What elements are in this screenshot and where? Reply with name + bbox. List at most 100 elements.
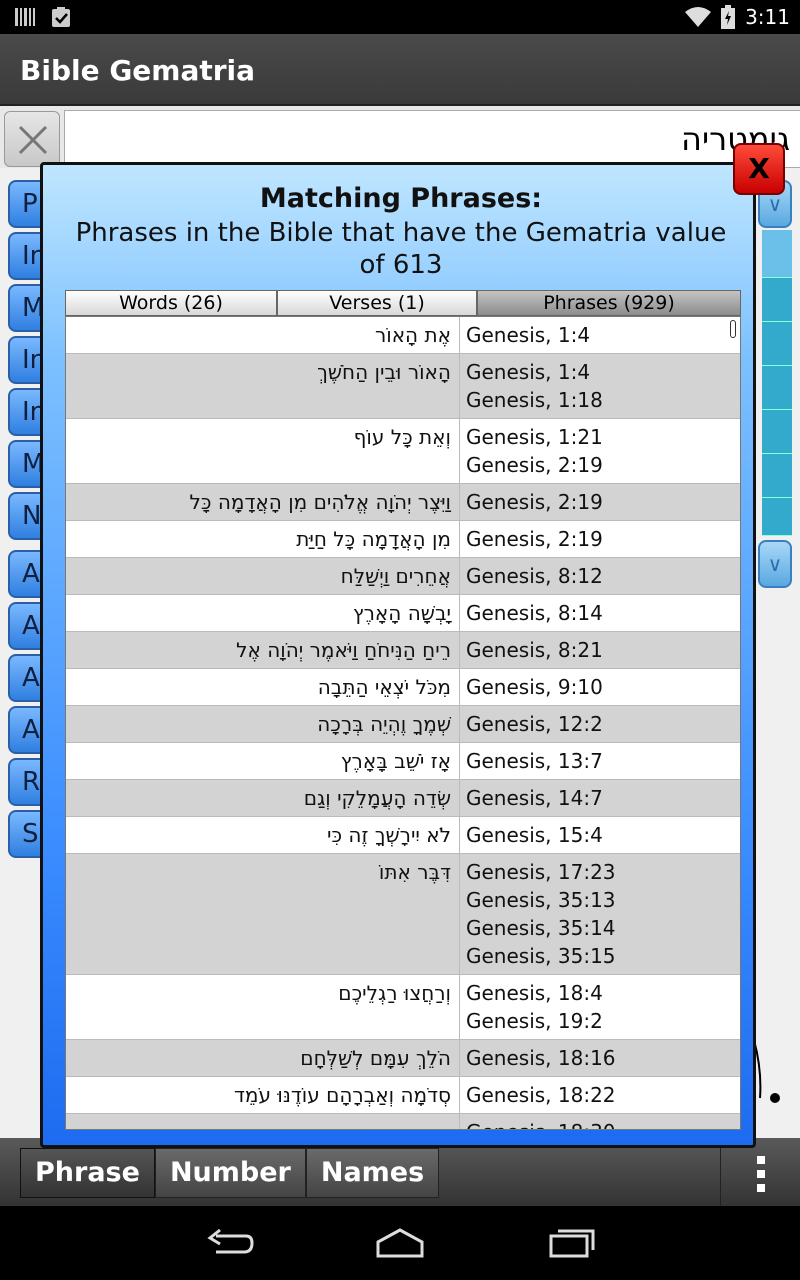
reference-cell: Genesis, 8:14 bbox=[460, 595, 740, 631]
table-row[interactable]: אֶת הָאוֹר Genesis, 1:4 bbox=[66, 317, 740, 354]
dialog-close-button[interactable]: X bbox=[733, 143, 785, 195]
tab-verses[interactable]: Verses (1) bbox=[277, 290, 477, 316]
background-cell bbox=[762, 366, 792, 410]
reference-cell: Genesis, 15:4 bbox=[460, 817, 740, 853]
phrase-cell: וְרַחֲצוּ רַגְלֵיכֶם bbox=[66, 975, 460, 1039]
table-row[interactable]: שְׂדֵה הָעֲמָלֵקִי וְגַם Genesis, 14:7 bbox=[66, 780, 740, 817]
phrase-cell: וְאֵת כָּל עוֹף bbox=[66, 419, 460, 483]
reference-cell: Genesis, 14:7 bbox=[460, 780, 740, 816]
verse-reference: Genesis, 18:30 bbox=[466, 1118, 734, 1129]
bottom-tab-bar: Phrase Number Names bbox=[0, 1138, 800, 1206]
table-row[interactable]: לֹא יִירָשְׁךָ זֶה כִּי Genesis, 15:4 bbox=[66, 817, 740, 854]
table-row[interactable]: הָאוֹר וּבֵין הַחֹשֶׁךְ Genesis, 1:4 Genes… bbox=[66, 354, 740, 419]
chevron-down-icon[interactable]: ∨ bbox=[758, 540, 792, 588]
phrases-table[interactable]: אֶת הָאוֹר Genesis, 1:4 הָאוֹר וּבֵין הַחֹ… bbox=[65, 316, 741, 1130]
status-time: 3:11 bbox=[745, 5, 790, 29]
reference-cell: Genesis, 18:4 Genesis, 19:2 bbox=[460, 975, 740, 1039]
phrase-cell bbox=[66, 1114, 460, 1129]
verse-reference: Genesis, 2:19 bbox=[466, 453, 603, 477]
clear-search-button[interactable] bbox=[4, 111, 60, 167]
search-row: גימטריה bbox=[0, 106, 800, 168]
search-input[interactable]: גימטריה bbox=[64, 110, 800, 168]
phrase-cell: הָאוֹר וּבֵין הַחֹשֶׁךְ bbox=[66, 354, 460, 418]
table-row[interactable]: מִכֹּל יֹצְאֵי הַתֵּבָה Genesis, 9:10 bbox=[66, 669, 740, 706]
app-title: Bible Gematria bbox=[20, 54, 256, 87]
background-cell bbox=[762, 410, 792, 454]
reference-cell: Genesis, 13:7 bbox=[460, 743, 740, 779]
background-cell bbox=[762, 322, 792, 366]
phrase-cell: מִן הָאֲדָמָה כָּל חַיַּת bbox=[66, 521, 460, 557]
status-bar: 3:11 bbox=[0, 0, 800, 34]
verse-reference: Genesis, 2:19 bbox=[466, 527, 603, 551]
verse-reference: Genesis, 35:14 bbox=[466, 916, 616, 940]
table-row[interactable]: וְרַחֲצוּ רַגְלֵיכֶם Genesis, 18:4 Genesis… bbox=[66, 975, 740, 1040]
phrase-cell: אֶת הָאוֹר bbox=[66, 317, 460, 353]
barcode-icon bbox=[15, 8, 35, 26]
tab-number[interactable]: Number bbox=[154, 1148, 306, 1198]
tab-phrase[interactable]: Phrase bbox=[20, 1148, 155, 1198]
recents-icon[interactable] bbox=[548, 1226, 596, 1260]
table-row[interactable]: אָז יֹשֵׁב בָּאָרֶץ Genesis, 13:7 bbox=[66, 743, 740, 780]
phrase-cell: סְדֹמָה וְאַבְרָהָם עוֹדֶנּוּ עֹמֵד bbox=[66, 1077, 460, 1113]
background-cell bbox=[762, 454, 792, 498]
verse-reference: Genesis, 35:13 bbox=[466, 888, 616, 912]
phrase-cell: אָז יֹשֵׁב בָּאָרֶץ bbox=[66, 743, 460, 779]
home-icon[interactable] bbox=[374, 1226, 426, 1260]
table-row[interactable]: הֹלֵךְ עִמָּם לְשַׁלְּחָם Genesis, 18:16 bbox=[66, 1040, 740, 1077]
table-row[interactable]: וַיִּצֶר יְהֹוָה אֱלֹהִים מִן הָאֲדָמָה … bbox=[66, 484, 740, 521]
verse-reference: Genesis, 1:4 bbox=[466, 323, 591, 347]
verse-reference: Genesis, 12:2 bbox=[466, 712, 603, 736]
phrase-cell: שְׂדֵה הָעֲמָלֵקִי וְגַם bbox=[66, 780, 460, 816]
verse-reference: Genesis, 2:19 bbox=[466, 490, 603, 514]
reference-cell: Genesis, 12:2 bbox=[460, 706, 740, 742]
verse-reference: Genesis, 35:15 bbox=[466, 944, 616, 968]
phrase-cell: אֲחֵרִים וַיְשַׁלַּח bbox=[66, 558, 460, 594]
table-row[interactable]: יָבְשָׁה הָאָרֶץ Genesis, 8:14 bbox=[66, 595, 740, 632]
verse-reference: Genesis, 9:10 bbox=[466, 675, 603, 699]
verse-reference: Genesis, 8:12 bbox=[466, 564, 603, 588]
reference-cell: Genesis, 2:19 bbox=[460, 521, 740, 557]
table-row[interactable]: דִּבֶּר אִתּוֹ Genesis, 17:23 Genesis, 35:… bbox=[66, 854, 740, 975]
table-row[interactable]: Genesis, 18:30 bbox=[66, 1114, 740, 1129]
reference-cell: Genesis, 1:4 Genesis, 1:18 bbox=[460, 354, 740, 418]
tab-names[interactable]: Names bbox=[305, 1148, 440, 1198]
verse-reference: Genesis, 1:18 bbox=[466, 388, 603, 412]
action-bar: Bible Gematria bbox=[0, 34, 800, 106]
table-row[interactable]: אֲחֵרִים וַיְשַׁלַּח Genesis, 8:12 bbox=[66, 558, 740, 595]
reference-cell: Genesis, 1:4 bbox=[460, 317, 740, 353]
table-row[interactable]: וְאֵת כָּל עוֹף Genesis, 1:21 Genesis, 2:1… bbox=[66, 419, 740, 484]
verse-reference: Genesis, 18:16 bbox=[466, 1046, 616, 1070]
overflow-menu-button[interactable] bbox=[720, 1138, 800, 1206]
back-icon[interactable] bbox=[206, 1226, 254, 1260]
overflow-dot bbox=[757, 1184, 765, 1192]
background-cell bbox=[762, 230, 792, 278]
tab-phrases[interactable]: Phrases (929) bbox=[477, 290, 741, 316]
reference-cell: Genesis, 9:10 bbox=[460, 669, 740, 705]
phrase-cell: שְׁמֶךָ וֶהְיֵה בְּרָכָה bbox=[66, 706, 460, 742]
verse-reference: Genesis, 18:22 bbox=[466, 1083, 616, 1107]
table-row[interactable]: מִן הָאֲדָמָה כָּל חַיַּת Genesis, 2:19 bbox=[66, 521, 740, 558]
background-cell bbox=[762, 278, 792, 322]
table-row[interactable]: סְדֹמָה וְאַבְרָהָם עוֹדֶנּוּ עֹמֵד Genes… bbox=[66, 1077, 740, 1114]
verse-reference: Genesis, 13:7 bbox=[466, 749, 603, 773]
reference-cell: Genesis, 18:22 bbox=[460, 1077, 740, 1113]
verse-reference: Genesis, 8:14 bbox=[466, 601, 603, 625]
clipboard-check-icon bbox=[52, 7, 70, 27]
verse-reference: Genesis, 15:4 bbox=[466, 823, 603, 847]
scrollbar[interactable] bbox=[730, 320, 736, 338]
reference-cell: Genesis, 17:23 Genesis, 35:13 Genesis, 35:… bbox=[460, 854, 740, 974]
dialog-subtitle: Phrases in the Bible that have the Gemat… bbox=[75, 218, 727, 280]
table-row[interactable]: רֵיחַ הַנִּיחֹחַ וַיֹּאמֶר יְהֹוָה אֶל Ge… bbox=[66, 632, 740, 669]
verse-reference: Genesis, 8:21 bbox=[466, 638, 603, 662]
table-row[interactable]: שְׁמֶךָ וֶהְיֵה בְּרָכָה Genesis, 12:2 bbox=[66, 706, 740, 743]
verse-reference: Genesis, 1:4 bbox=[466, 360, 591, 384]
verse-reference: Genesis, 14:7 bbox=[466, 786, 603, 810]
result-type-tabs: Words (26) Verses (1) Phrases (929) bbox=[65, 290, 741, 316]
verse-reference: Genesis, 1:21 bbox=[466, 425, 603, 449]
phrase-cell: לֹא יִירָשְׁךָ זֶה כִּי bbox=[66, 817, 460, 853]
wifi-icon bbox=[685, 7, 712, 27]
tab-words[interactable]: Words (26) bbox=[65, 290, 277, 316]
matching-phrases-dialog: Matching Phrases: Phrases in the Bible t… bbox=[40, 143, 785, 1148]
reference-cell: Genesis, 18:16 bbox=[460, 1040, 740, 1076]
reference-cell: Genesis, 1:21 Genesis, 2:19 bbox=[460, 419, 740, 483]
